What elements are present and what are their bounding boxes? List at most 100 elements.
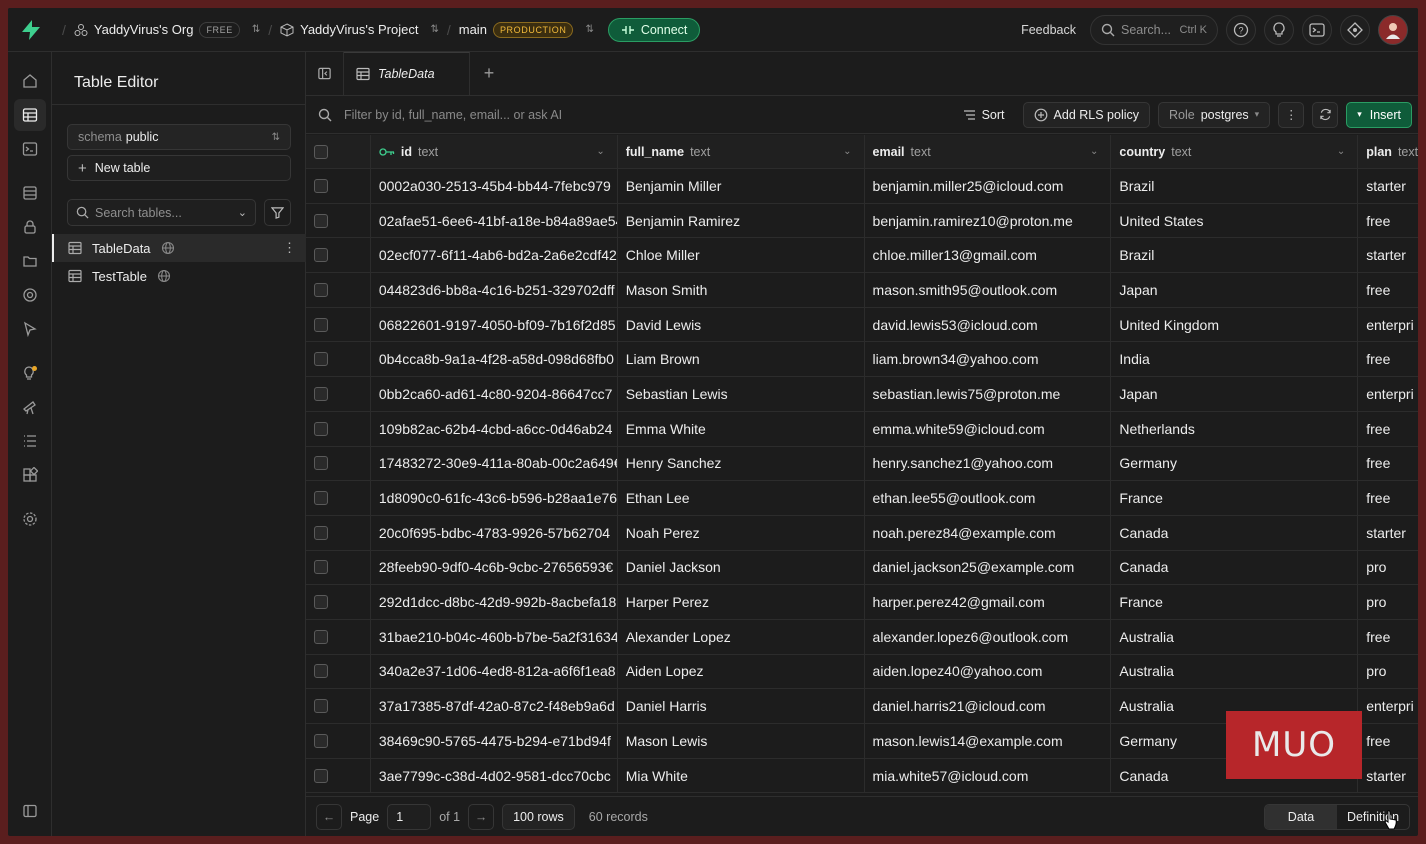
table-item-tabledata[interactable]: TableData ⋮	[52, 234, 306, 262]
cell-country[interactable]: Netherlands	[1111, 411, 1359, 446]
table-row[interactable]: 0bb2ca60-ad61-4c80-9204-86647cc7 Sebastia…	[306, 377, 1418, 412]
feedback-button[interactable]: Feedback	[1021, 23, 1076, 37]
cell-full-name[interactable]: Sebastian Lewis	[618, 377, 865, 411]
table-row[interactable]: 20c0f695-bdbc-4783-9926-57b62704 Noah Per…	[306, 515, 1418, 551]
help-icon[interactable]: ?	[1226, 14, 1256, 45]
cell-country[interactable]: France	[1111, 481, 1359, 515]
sidebar-toggle-icon[interactable]	[14, 795, 46, 827]
cell-country[interactable]: Brazil	[1111, 169, 1359, 203]
refresh-icon[interactable]	[1312, 101, 1339, 128]
cell-id[interactable]: 28feeb90-9df0-4c6b-9cbc-27656593€	[371, 550, 618, 585]
filter-input[interactable]: Filter by id, full_name, email... or ask…	[318, 108, 945, 122]
row-checkbox[interactable]	[313, 768, 328, 783]
cell-plan[interactable]: free	[1358, 724, 1418, 758]
sort-button[interactable]: Sort	[953, 102, 1015, 128]
cell-id[interactable]: 31bae210-b04c-460b-b7be-5a2f31634	[371, 619, 618, 654]
cell-full-name[interactable]: Aiden Lopez	[618, 654, 865, 689]
table-row[interactable]: 28feeb90-9df0-4c6b-9cbc-27656593€ Daniel …	[306, 550, 1418, 586]
table-row[interactable]: 06822601-9197-4050-bf09-7b16f2d85 David L…	[306, 307, 1418, 343]
cell-full-name[interactable]: Chloe Miller	[618, 238, 865, 273]
column-header-full-name[interactable]: full_name text ⌄	[618, 135, 865, 168]
cell-country[interactable]: Japan	[1111, 273, 1359, 307]
row-checkbox[interactable]	[313, 456, 328, 471]
cell-email[interactable]: henry.sanchez1@yahoo.com	[865, 446, 1112, 481]
next-page-arrow-icon[interactable]: →	[468, 803, 495, 830]
select-all-checkbox[interactable]	[313, 144, 328, 159]
cell-id[interactable]: 37a17385-87df-42a0-87c2-f48eb9a6d	[371, 689, 618, 723]
connect-button[interactable]: Connect	[607, 17, 701, 42]
cell-id[interactable]: 02afae51-6ee6-41bf-a18e-b84a89ae54	[371, 203, 618, 238]
search-tables-input[interactable]: Search tables... ⌄	[67, 199, 256, 226]
row-checkbox[interactable]	[313, 491, 328, 506]
table-row[interactable]: 292d1dcc-d8bc-42d9-992b-8acbefa18 Harper …	[306, 585, 1418, 620]
cell-full-name[interactable]: Liam Brown	[618, 342, 865, 377]
new-table-button[interactable]: + New table	[67, 155, 291, 181]
row-checkbox[interactable]	[313, 317, 328, 332]
row-checkbox[interactable]	[313, 386, 328, 401]
table-editor-icon[interactable]	[13, 99, 46, 131]
row-checkbox[interactable]	[313, 282, 328, 297]
cell-plan[interactable]: starter	[1358, 516, 1418, 550]
prev-page-arrow-icon[interactable]: ←	[316, 803, 342, 830]
cell-country[interactable]: Germany	[1111, 446, 1359, 481]
more-vertical-icon[interactable]: ⋮	[283, 240, 296, 256]
realtime-icon[interactable]	[14, 313, 46, 345]
cell-plan[interactable]: pro	[1358, 585, 1418, 619]
cell-plan[interactable]: free	[1358, 273, 1418, 307]
role-selector[interactable]: Role postgres ▾	[1158, 101, 1271, 128]
cell-country[interactable]: Australia	[1111, 654, 1359, 689]
cell-plan[interactable]: starter	[1358, 169, 1418, 203]
table-row[interactable]: 1d8090c0-61fc-43c6-b596-b28aa1e76 Ethan L…	[306, 481, 1418, 516]
storage-icon[interactable]	[14, 245, 46, 277]
lightbulb-icon[interactable]	[1264, 14, 1294, 45]
table-row[interactable]: 02ecf077-6f11-4ab6-bd2a-2a6e2cdf42 Chloe …	[306, 238, 1418, 274]
cell-plan[interactable]: enterpri	[1358, 377, 1418, 411]
cell-email[interactable]: david.lewis53@icloud.com	[865, 307, 1112, 342]
sql-editor-icon[interactable]	[14, 133, 46, 165]
cell-full-name[interactable]: Daniel Jackson	[618, 550, 865, 585]
new-tab-plus-icon[interactable]: +	[470, 52, 508, 95]
cell-plan[interactable]: free	[1358, 620, 1418, 654]
cell-country[interactable]: France	[1111, 585, 1359, 619]
cell-plan[interactable]: free	[1358, 342, 1418, 376]
cell-email[interactable]: mason.smith95@outlook.com	[865, 273, 1112, 307]
cell-plan[interactable]: starter	[1358, 238, 1418, 272]
supabase-logo-icon[interactable]	[8, 19, 54, 40]
cell-full-name[interactable]: Alexander Lopez	[618, 619, 865, 654]
cell-country[interactable]: United States	[1111, 203, 1359, 238]
column-header-plan[interactable]: plan text	[1358, 135, 1418, 168]
cell-id[interactable]: 292d1dcc-d8bc-42d9-992b-8acbefa18	[371, 585, 618, 619]
view-definition-button[interactable]: Definition	[1337, 805, 1409, 829]
global-search-input[interactable]: Search... Ctrl K	[1090, 14, 1218, 45]
row-checkbox[interactable]	[313, 664, 328, 679]
cell-plan[interactable]: free	[1358, 447, 1418, 481]
cell-id[interactable]: 06822601-9197-4050-bf09-7b16f2d85	[371, 307, 618, 342]
branch-selector[interactable]: main PRODUCTION ⇅	[459, 21, 594, 38]
row-checkbox[interactable]	[313, 629, 328, 644]
advisors-icon[interactable]	[14, 357, 46, 389]
cell-id[interactable]: 0002a030-2513-45b4-bb44-7febc979	[371, 169, 618, 203]
user-avatar[interactable]	[1378, 14, 1408, 45]
more-vertical-icon[interactable]: ⋮	[1278, 101, 1305, 128]
cell-id[interactable]: 0b4cca8b-9a1a-4f28-a58d-098d68fb0	[371, 342, 618, 377]
cell-email[interactable]: chloe.miller13@gmail.com	[865, 238, 1112, 273]
cell-plan[interactable]: starter	[1358, 759, 1418, 793]
cell-id[interactable]: 3ae7799c-c38d-4d02-9581-dcc70cbc	[371, 758, 618, 793]
table-row[interactable]: 340a2e37-1d06-4ed8-812a-a6f6f1ea8 Aiden L…	[306, 654, 1418, 690]
cell-id[interactable]: 044823d6-bb8a-4c16-b251-329702dff	[371, 273, 618, 307]
cell-id[interactable]: 38469c90-5765-4475-b294-e71bd94f	[371, 724, 618, 758]
row-checkbox[interactable]	[313, 213, 328, 228]
cell-country[interactable]: Australia	[1111, 619, 1359, 654]
page-number-input[interactable]: 1	[387, 803, 432, 830]
row-checkbox[interactable]	[313, 699, 328, 714]
cell-plan[interactable]: free	[1358, 481, 1418, 515]
cell-email[interactable]: daniel.harris21@icloud.com	[865, 689, 1112, 723]
home-icon[interactable]	[14, 65, 46, 97]
row-checkbox[interactable]	[313, 560, 328, 575]
chevron-down-icon[interactable]: ⌄	[596, 146, 604, 157]
integrations-icon[interactable]	[14, 459, 46, 491]
cell-id[interactable]: 0bb2ca60-ad61-4c80-9204-86647cc7	[371, 377, 618, 411]
cell-id[interactable]: 20c0f695-bdbc-4783-9926-57b62704	[371, 515, 618, 550]
table-row[interactable]: 044823d6-bb8a-4c16-b251-329702dff Mason S…	[306, 273, 1418, 308]
cell-id[interactable]: 1d8090c0-61fc-43c6-b596-b28aa1e76	[371, 481, 618, 515]
